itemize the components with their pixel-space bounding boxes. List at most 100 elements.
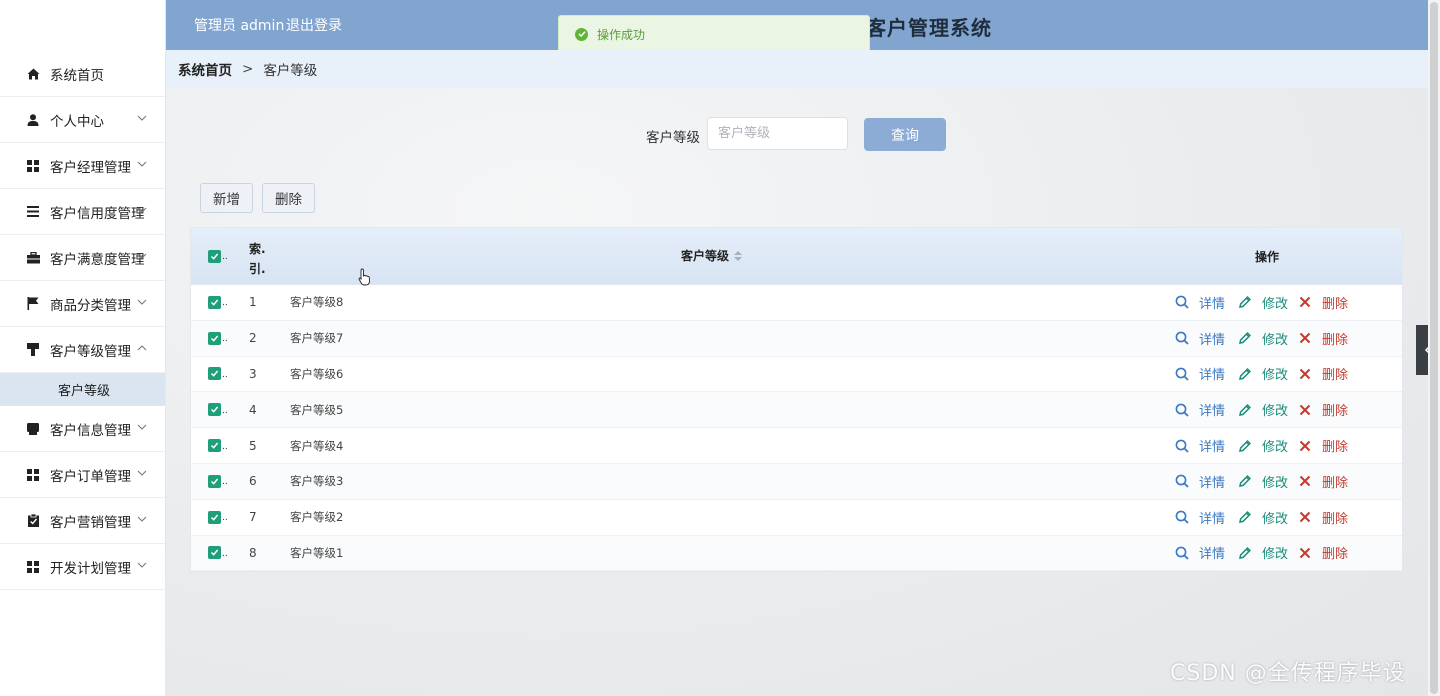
detail-button[interactable]: 详情 (1175, 472, 1225, 491)
detail-button[interactable]: 详情 (1175, 400, 1225, 419)
row-checkbox[interactable] (208, 474, 221, 488)
chevron-down-icon (137, 514, 147, 524)
row-checkbox[interactable] (208, 331, 221, 345)
delete-selected-button[interactable]: 删除 (262, 183, 315, 213)
delete-button[interactable]: 删除 (1299, 508, 1348, 527)
row-checkbox[interactable] (208, 295, 221, 309)
checkbox-ellipsis: .. (222, 513, 228, 524)
detail-button[interactable]: 详情 (1175, 293, 1225, 312)
chevron-down-icon (137, 205, 147, 215)
delete-button[interactable]: 删除 (1299, 436, 1348, 455)
box-icon (26, 422, 40, 436)
edit-label: 修改 (1262, 296, 1289, 312)
sidebar-subitem-active[interactable]: 客户等级 (0, 373, 165, 406)
row-index: 3 (249, 366, 257, 381)
sidebar-item-4[interactable]: 客户满意度管理 (0, 235, 165, 281)
edit-button[interactable]: 修改 (1238, 508, 1288, 527)
edit-button[interactable]: 修改 (1238, 364, 1288, 383)
sidebar-item-10[interactable]: 开发计划管理 (0, 544, 165, 590)
edit-button[interactable]: 修改 (1238, 472, 1288, 491)
row-index: 8 (249, 545, 257, 560)
search-icon (1175, 474, 1194, 489)
edit-button[interactable]: 修改 (1238, 436, 1288, 455)
search-label: 客户等级 (646, 130, 700, 146)
vertical-scrollbar[interactable] (1428, 0, 1440, 696)
row-checkbox[interactable] (208, 546, 221, 560)
logout-link[interactable]: 退出登录 (286, 15, 342, 35)
system-title: 客户管理系统 (866, 16, 992, 40)
row-checkbox[interactable] (208, 367, 221, 381)
row-checkbox[interactable] (208, 510, 221, 524)
search-input[interactable] (707, 117, 848, 150)
delete-label: 删除 (1322, 404, 1349, 420)
scrollbar-thumb[interactable] (1430, 2, 1438, 694)
sidebar-item-3[interactable]: 客户信用度管理 (0, 189, 165, 235)
sidebar-item-7[interactable]: 客户信息管理 (0, 406, 165, 452)
sidebar-item-label: 商品分类管理 (50, 297, 131, 314)
delete-label: 删除 (1322, 547, 1349, 563)
row-level: 客户等级7 (290, 331, 344, 346)
watermark: CSDN @全传程序毕设 (1170, 661, 1406, 686)
close-icon (1299, 511, 1316, 523)
delete-button[interactable]: 删除 (1299, 472, 1348, 491)
checkbox-ellipsis: .. (222, 369, 228, 380)
column-header-level[interactable]: 客户等级 (681, 247, 743, 264)
sidebar-item-label: 客户等级管理 (50, 343, 131, 360)
row-checkbox[interactable] (208, 439, 221, 453)
flag-icon (26, 297, 40, 311)
edit-button[interactable]: 修改 (1238, 329, 1288, 348)
detail-button[interactable]: 详情 (1175, 543, 1225, 562)
edit-label: 修改 (1262, 547, 1289, 563)
row-level: 客户等级1 (290, 545, 344, 560)
breadcrumb-home[interactable]: 系统首页 (178, 59, 232, 79)
sidebar-item-label: 开发计划管理 (50, 560, 131, 577)
detail-button[interactable]: 详情 (1175, 436, 1225, 455)
delete-button[interactable]: 删除 (1299, 543, 1348, 562)
edit-button[interactable]: 修改 (1238, 293, 1288, 312)
detail-label: 详情 (1199, 332, 1226, 348)
sidebar-item-1[interactable]: 个人中心 (0, 97, 165, 143)
sidebar-item-5[interactable]: 商品分类管理 (0, 281, 165, 327)
delete-button[interactable]: 删除 (1299, 400, 1348, 419)
detail-button[interactable]: 详情 (1175, 329, 1225, 348)
search-icon (1175, 546, 1194, 560)
table-header: .. 索. 引. 客户等级 操作 (191, 228, 1402, 285)
row-checkbox[interactable] (208, 403, 221, 417)
edit-label: 修改 (1262, 440, 1289, 456)
close-icon (1299, 547, 1316, 559)
query-button[interactable]: 查询 (864, 118, 946, 151)
sort-icon[interactable] (734, 250, 743, 261)
delete-label: 删除 (1322, 368, 1349, 384)
row-level: 客户等级6 (290, 366, 344, 381)
sidebar-item-6[interactable]: 客户等级管理 (0, 327, 165, 373)
table-row: .. 1 客户等级8 详情 修改 删除 (191, 285, 1402, 321)
checkbox-ellipsis: .. (222, 252, 228, 262)
chevron-up-icon (137, 343, 147, 353)
edit-button[interactable]: 修改 (1238, 400, 1288, 419)
add-button[interactable]: 新增 (200, 183, 253, 213)
delete-label: 删除 (1322, 440, 1349, 456)
detail-label: 详情 (1199, 475, 1226, 491)
delete-button[interactable]: 删除 (1299, 293, 1348, 312)
sidebar-item-8[interactable]: 客户订单管理 (0, 452, 165, 498)
detail-label: 详情 (1199, 404, 1226, 420)
briefcase-icon (26, 251, 40, 265)
delete-button[interactable]: 删除 (1299, 329, 1348, 348)
close-icon (1299, 404, 1316, 416)
delete-button[interactable]: 删除 (1299, 364, 1348, 383)
edit-icon (1238, 546, 1257, 560)
detail-label: 详情 (1199, 296, 1226, 312)
sidebar-item-2[interactable]: 客户经理管理 (0, 143, 165, 189)
edit-button[interactable]: 修改 (1238, 543, 1288, 562)
search-icon (1175, 295, 1194, 310)
detail-button[interactable]: 详情 (1175, 364, 1225, 383)
detail-label: 详情 (1199, 547, 1226, 563)
sidebar-item-9[interactable]: 客户营销管理 (0, 498, 165, 544)
close-icon (1299, 475, 1316, 487)
sidebar-item-0[interactable]: 系统首页 (0, 51, 165, 97)
table-row: .. 4 客户等级5 详情 修改 删除 (191, 392, 1402, 429)
select-all-checkbox[interactable] (208, 249, 221, 263)
delete-label: 删除 (1322, 475, 1349, 491)
edit-label: 修改 (1262, 368, 1289, 384)
detail-button[interactable]: 详情 (1175, 508, 1225, 527)
